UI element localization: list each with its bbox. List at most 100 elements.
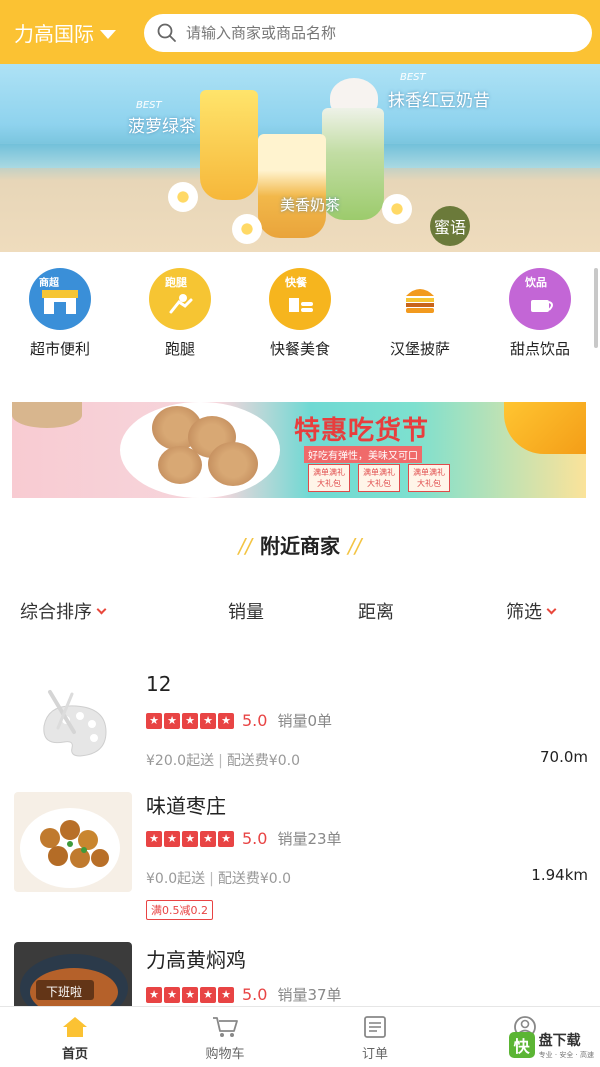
best-label: BEST — [400, 72, 426, 83]
shop-item[interactable]: 味道枣庄 ★ ★ ★ ★ ★ 5.0 销量23单 ¥0.0起送 | 配送费¥0.0 1.94… — [0, 780, 600, 940]
tab-cart[interactable]: 购物车 — [150, 1007, 300, 1067]
category-errand[interactable]: 跑腿 跑腿 — [120, 268, 240, 364]
store-icon: 商超 — [29, 268, 91, 330]
star-icon: ★ — [218, 830, 234, 847]
promo-title: 特惠吃货节 — [294, 416, 430, 446]
promo-chip: 满单满礼 大礼包 — [408, 464, 450, 492]
star-icon: ★ — [218, 712, 234, 729]
star-icon: ★ — [182, 986, 198, 1003]
promo-chip: 满单满礼 大礼包 — [358, 464, 400, 492]
min-order: ¥0.0起送 — [146, 871, 206, 887]
tab-home[interactable]: 首页 — [0, 1007, 150, 1067]
category-burger-pizza[interactable]: 汉堡披萨 — [360, 268, 480, 364]
sort-distance[interactable]: 距离 — [358, 598, 394, 624]
category-grid: 商超 超市便利 跑腿 跑腿 快餐 快餐美食 汉堡披萨 饮品 甜点饮品 — [0, 268, 600, 364]
shop-rating: ★ ★ ★ ★ ★ 5.0 销量37单 — [146, 984, 342, 1005]
burger-icon — [389, 268, 451, 330]
discount-badge: 满0.5减0.2 — [146, 900, 213, 920]
promo-chip: 满单满礼 大礼包 — [308, 464, 350, 492]
section-title-text: 附近商家 — [260, 534, 340, 558]
star-icon: ★ — [164, 830, 180, 847]
chevron-down-icon — [546, 604, 557, 614]
sort-bar: 综合排序 销量 距离 筛选 — [0, 598, 600, 628]
min-order: ¥20.0起送 — [146, 753, 215, 769]
delivery-fee: 配送费¥0.0 — [226, 753, 300, 769]
shop-fee: ¥20.0起送 | 配送费¥0.0 — [146, 753, 300, 769]
star-icon: ★ — [182, 712, 198, 729]
sort-overall[interactable]: 综合排序 — [20, 598, 107, 624]
shop-sales: 销量37单 — [277, 986, 342, 1004]
flower-icon — [168, 182, 198, 212]
star-icon: ★ — [200, 830, 216, 847]
star-icon: ★ — [146, 712, 162, 729]
star-icon: ★ — [182, 830, 198, 847]
sort-filter[interactable]: 筛选 — [506, 598, 557, 624]
sort-filter-label: 筛选 — [506, 602, 542, 623]
search-icon — [156, 22, 178, 44]
star-rating: ★ ★ ★ ★ ★ — [146, 712, 234, 729]
best-label: BEST — [136, 100, 162, 111]
watermark: 快 盘下载 专业 · 安全 · 高速 — [508, 1030, 594, 1060]
category-label: 跑腿 — [164, 340, 195, 358]
home-icon — [61, 1015, 89, 1039]
category-label: 汉堡披萨 — [389, 340, 450, 358]
promo-chips: 满单满礼 大礼包 满单满礼 大礼包 满单满礼 大礼包 — [308, 464, 450, 492]
shop-name: 味道枣庄 — [146, 794, 226, 818]
braised-chicken-image: 下班啦 — [14, 942, 132, 1006]
shop-score: 5.0 — [242, 711, 268, 730]
shop-score: 5.0 — [242, 829, 268, 848]
brand-stamp: 蜜语 — [430, 206, 470, 246]
sort-sales[interactable]: 销量 — [228, 598, 264, 624]
shop-rating: ★ ★ ★ ★ ★ 5.0 销量0单 — [146, 710, 332, 731]
mango-image — [504, 402, 586, 454]
category-supermarket[interactable]: 商超 超市便利 — [0, 268, 120, 364]
shop-sales: 销量0单 — [277, 712, 332, 730]
category-label: 超市便利 — [29, 340, 90, 358]
title-decoration: // — [238, 534, 252, 558]
star-icon: ★ — [200, 712, 216, 729]
star-rating: ★ ★ ★ ★ ★ — [146, 986, 234, 1003]
pineapple-tea-image — [200, 90, 258, 200]
watermark-logo: 快 — [508, 1032, 535, 1058]
shop-rating: ★ ★ ★ ★ ★ 5.0 销量23单 — [146, 828, 342, 849]
meatball-dish-image — [14, 792, 132, 892]
star-icon: ★ — [200, 986, 216, 1003]
shop-score: 5.0 — [242, 985, 268, 1004]
palette-icon — [14, 674, 132, 774]
drink-icon: 饮品 — [509, 268, 571, 330]
hero-banner[interactable]: BEST BEST 菠萝绿茶 抹香红豆奶昔 美香奶茶 蜜语 — [0, 64, 600, 252]
promo-subtitle: 好吃有弹性，美味又可口 — [304, 446, 422, 463]
banner-text: 美香奶茶 — [280, 196, 341, 214]
category-label: 甜点饮品 — [509, 340, 570, 358]
thumb-label: 下班啦 — [46, 985, 83, 999]
category-fastfood[interactable]: 快餐 快餐美食 — [240, 268, 360, 364]
sort-sales-label: 销量 — [228, 602, 264, 623]
sort-overall-label: 综合排序 — [20, 602, 92, 623]
chevron-down-icon — [96, 604, 107, 614]
flower-icon — [382, 194, 412, 224]
city-selector[interactable]: 力高国际 — [14, 18, 116, 47]
banner-text: 菠萝绿茶 — [128, 117, 196, 137]
section-title: // 附近商家 // — [0, 530, 600, 559]
fastfood-icon: 快餐 — [269, 268, 331, 330]
cart-icon — [211, 1015, 239, 1039]
star-icon: ★ — [146, 986, 162, 1003]
category-dessert-drinks[interactable]: 饮品 甜点饮品 — [480, 268, 600, 364]
scrollbar[interactable] — [594, 268, 598, 348]
order-icon — [361, 1015, 389, 1039]
shop-name: 力高黄焖鸡 — [146, 948, 246, 972]
shop-distance: 1.94km — [531, 866, 588, 884]
shop-distance: 70.0m — [539, 748, 588, 766]
shop-item[interactable]: 下班啦 力高黄焖鸡 ★ ★ ★ ★ ★ 5.0 销量37单 — [0, 934, 600, 1006]
delivery-fee: 配送费¥0.0 — [217, 871, 292, 887]
star-icon: ★ — [164, 712, 180, 729]
tab-orders[interactable]: 订单 — [300, 1007, 450, 1067]
tab-label: 订单 — [361, 1047, 388, 1062]
search-input[interactable] — [186, 24, 546, 42]
tab-label: 购物车 — [205, 1047, 245, 1062]
promo-banner[interactable]: 特惠吃货节 好吃有弹性，美味又可口 满单满礼 大礼包 满单满礼 大礼包 满单满礼… — [12, 402, 586, 498]
watermark-subtitle: 专业 · 安全 · 高速 — [538, 1051, 594, 1059]
title-decoration: // — [348, 534, 362, 558]
search-bar[interactable] — [144, 14, 592, 52]
top-bar: 力高国际 — [0, 0, 600, 64]
